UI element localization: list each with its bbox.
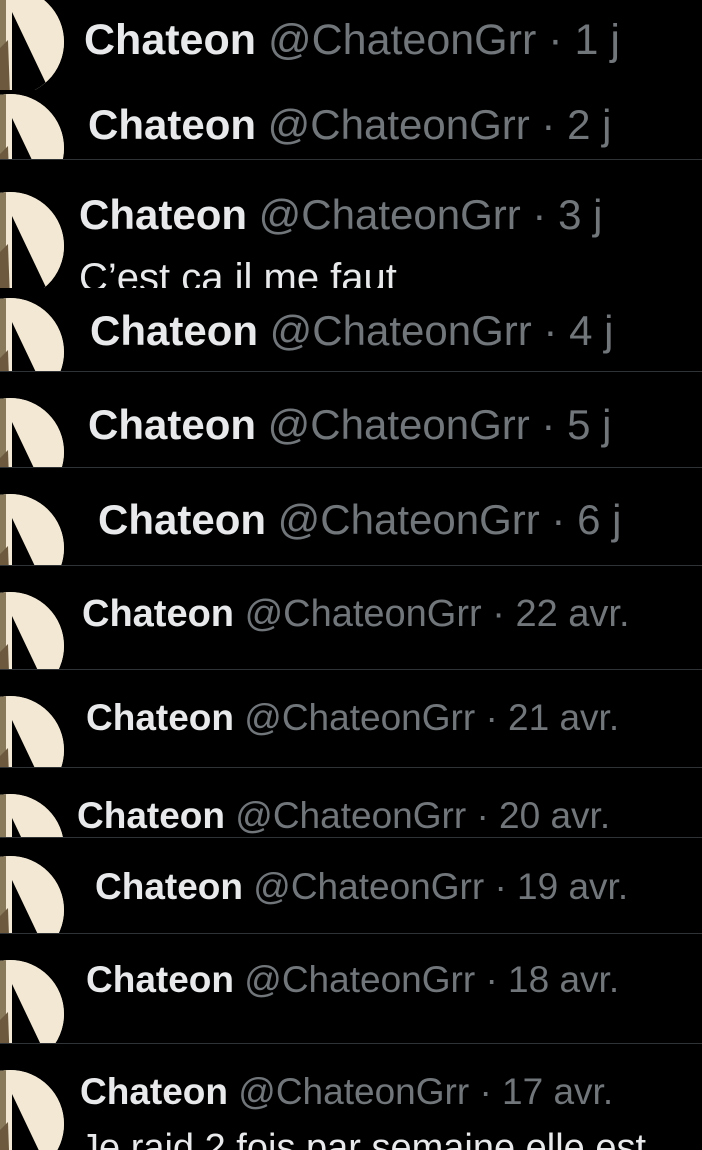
tweet-strip[interactable]: Chateon @ChateonGrr · 21 avr. [0,670,702,768]
display-name[interactable]: Chateon [80,1071,228,1112]
tweet-date[interactable]: 18 avr. [508,959,619,1000]
tweet-strip[interactable]: Chateon @ChateonGrr · 6 j [0,468,702,566]
separator-dot: · [479,1071,492,1112]
tweet-text: C’est ça il me faut [79,256,397,288]
tweet-text: Je raid 2 fois par semaine elle est [80,1127,647,1150]
user-handle[interactable]: @ChateonGrr [244,697,475,738]
display-name[interactable]: Chateon [86,697,234,738]
tweet-header: Chateon @ChateonGrr · 5 j [88,404,611,446]
separator-dot: · [485,697,498,738]
avatar[interactable] [0,794,64,838]
user-handle[interactable]: @ChateonGrr [270,307,532,354]
avatar[interactable] [0,856,64,934]
separator-dot: · [532,191,547,238]
tweet-date[interactable]: 22 avr. [515,593,629,635]
user-handle[interactable]: @ChateonGrr [253,866,484,907]
display-name[interactable]: Chateon [95,866,243,907]
tweet-date[interactable]: 17 avr. [502,1071,613,1112]
tweet-header: Chateon @ChateonGrr · 19 avr. [95,868,628,905]
display-name[interactable]: Chateon [79,191,247,238]
user-handle[interactable]: @ChateonGrr [235,795,466,836]
tweet-strip[interactable]: Chateon @ChateonGrr · 17 avr. Je raid 2 … [0,1044,702,1150]
tweet-date[interactable]: 19 avr. [517,866,628,907]
tweet-header: Chateon @ChateonGrr · 3 j [79,194,602,236]
display-name[interactable]: Chateon [88,401,256,448]
tweet-date[interactable]: 1 j [575,16,620,64]
avatar[interactable] [0,398,64,468]
tweet-strip[interactable]: Chateon @ChateonGrr · 5 j [0,372,702,468]
tweet-header: Chateon @ChateonGrr · 17 avr. [80,1073,613,1110]
tweet-date[interactable]: 2 j [567,101,611,148]
avatar[interactable] [0,960,64,1044]
tweet-header: Chateon @ChateonGrr · 1 j [84,19,620,62]
tweet-header: Chateon @ChateonGrr · 4 j [90,310,613,352]
tweet-strip[interactable]: Chateon @ChateonGrr · 20 avr. [0,768,702,838]
tweet-date[interactable]: 6 j [577,496,621,543]
separator-dot: · [476,795,489,836]
tweet-date[interactable]: 5 j [567,401,611,448]
user-handle[interactable]: @ChateonGrr [268,16,536,64]
tweet-strip[interactable]: Chateon @ChateonGrr · 3 j C’est ça il me… [0,160,702,288]
avatar[interactable] [0,298,64,372]
user-handle[interactable]: @ChateonGrr [244,959,475,1000]
separator-dot: · [551,496,566,543]
separator-dot: · [548,16,563,64]
tweet-strip[interactable]: Chateon @ChateonGrr · 18 avr. [0,934,702,1044]
tweet-strip[interactable]: Chateon @ChateonGrr · 4 j [0,288,702,372]
avatar[interactable] [0,494,64,566]
display-name[interactable]: Chateon [77,795,225,836]
separator-dot: · [485,959,498,1000]
avatar[interactable] [0,592,64,670]
display-name[interactable]: Chateon [86,959,234,1000]
user-handle[interactable]: @ChateonGrr [268,101,530,148]
tweet-strip[interactable]: Chateon @ChateonGrr · 2 j [0,90,702,160]
avatar[interactable] [0,0,64,90]
tweet-date[interactable]: 20 avr. [499,795,610,836]
tweet-header: Chateon @ChateonGrr · 22 avr. [82,595,630,633]
tweet-header: Chateon @ChateonGrr · 21 avr. [86,699,619,736]
tweet-header: Chateon @ChateonGrr · 2 j [88,104,611,146]
separator-dot: · [543,307,558,354]
avatar[interactable] [0,696,64,768]
avatar[interactable] [0,1070,64,1150]
separator-dot: · [492,593,505,635]
tweet-strip[interactable]: Chateon @ChateonGrr · 1 j [0,0,702,90]
display-name[interactable]: Chateon [90,307,258,354]
user-handle[interactable]: @ChateonGrr [259,191,521,238]
tweet-strip[interactable]: Chateon @ChateonGrr · 22 avr. [0,566,702,670]
user-handle[interactable]: @ChateonGrr [245,593,482,635]
separator-dot: · [541,101,556,148]
avatar[interactable] [0,94,64,160]
display-name[interactable]: Chateon [98,496,266,543]
user-handle[interactable]: @ChateonGrr [278,496,540,543]
tweet-strip[interactable]: Chateon @ChateonGrr · 19 avr. [0,838,702,934]
tweet-date[interactable]: 3 j [558,191,602,238]
display-name[interactable]: Chateon [88,101,256,148]
display-name[interactable]: Chateon [84,16,256,64]
separator-dot: · [541,401,556,448]
tweet-date[interactable]: 4 j [569,307,613,354]
tweet-header: Chateon @ChateonGrr · 18 avr. [86,961,619,998]
avatar[interactable] [0,192,64,288]
user-handle[interactable]: @ChateonGrr [238,1071,469,1112]
tweet-header: Chateon @ChateonGrr · 20 avr. [77,797,610,834]
separator-dot: · [494,866,507,907]
display-name[interactable]: Chateon [82,593,234,635]
user-handle[interactable]: @ChateonGrr [268,401,530,448]
tweet-date[interactable]: 21 avr. [508,697,619,738]
tweet-header: Chateon @ChateonGrr · 6 j [98,499,621,541]
